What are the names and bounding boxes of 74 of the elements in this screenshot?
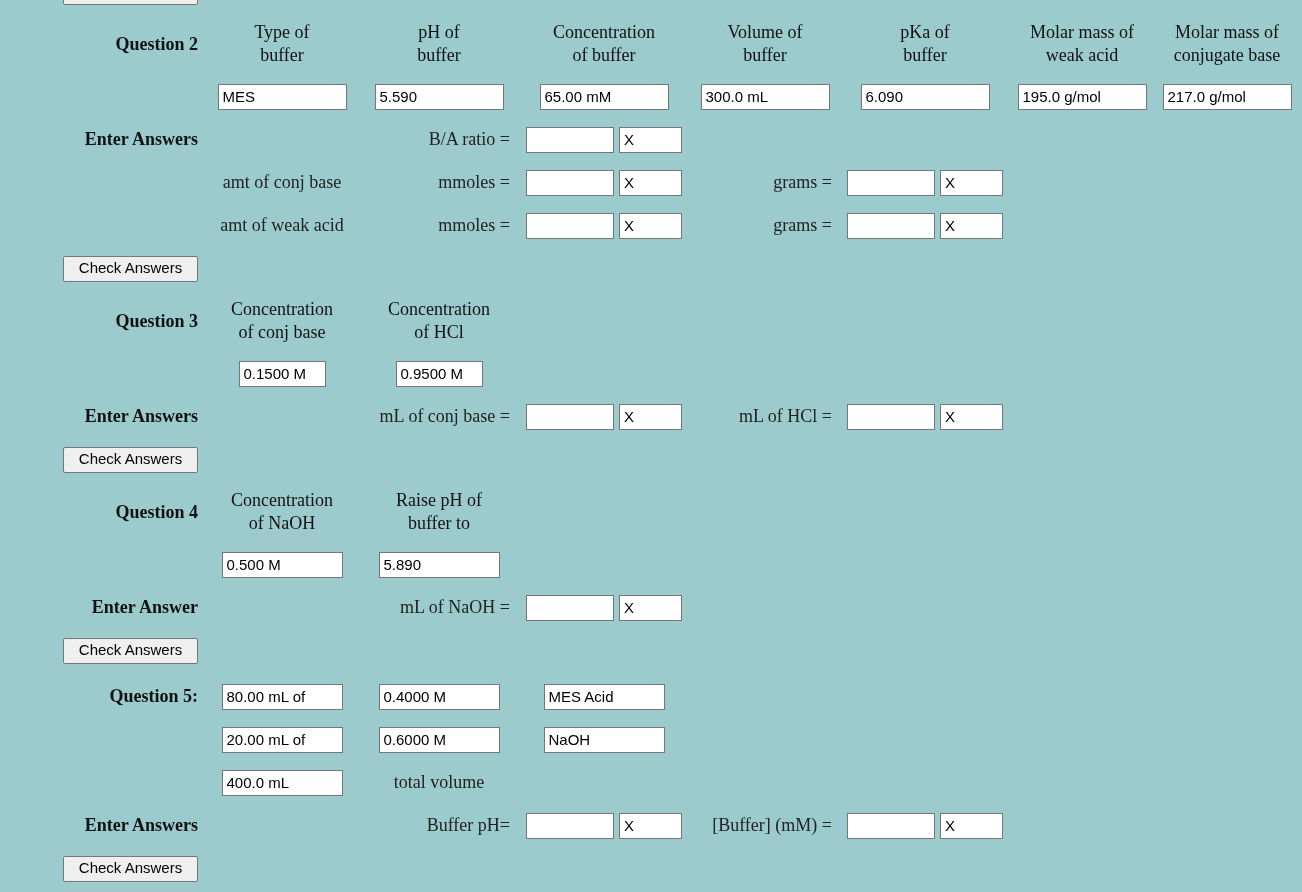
answer-prompt: [Buffer] (mM) = — [712, 814, 832, 837]
given-value-field[interactable]: 0.6000 M — [378, 726, 500, 753]
check-answers-button[interactable]: Check Answers — [63, 446, 198, 473]
answer-prompt: mL of conj base = — [379, 405, 510, 428]
result-field[interactable]: X — [619, 212, 682, 239]
given-value-field[interactable]: 195.0 g/mol — [1017, 83, 1147, 110]
given-value-field[interactable]: 0.4000 M — [378, 683, 500, 710]
answer-field[interactable] — [526, 403, 614, 430]
answer-field[interactable] — [847, 169, 935, 196]
given-value-field[interactable]: 5.590 — [374, 83, 504, 110]
given-value-field[interactable]: 5.890 — [378, 551, 500, 578]
answer-field[interactable] — [526, 126, 614, 153]
column-heading: Molar mass of conjugate base — [1173, 21, 1281, 67]
question-label: Enter Answers — [84, 814, 198, 837]
column-heading: Concentration of NaOH — [231, 489, 333, 535]
question-label: Question 4 — [115, 500, 198, 524]
given-value-field[interactable]: MES Acid — [543, 683, 665, 710]
answer-field[interactable] — [526, 212, 614, 239]
result-field[interactable]: X — [940, 403, 1003, 430]
result-field[interactable]: X — [619, 594, 682, 621]
column-heading: Type of buffer — [254, 21, 310, 67]
question-label: Enter Answer — [91, 596, 198, 619]
question-label: Question 2 — [115, 32, 198, 56]
given-value-field[interactable]: NaOH — [543, 726, 665, 753]
answer-prompt: mmoles = — [438, 214, 510, 237]
answer-prompt: grams = — [773, 171, 832, 194]
answer-prompt: mL of HCl = — [739, 405, 832, 428]
answer-prompt: B/A ratio = — [428, 128, 510, 151]
answer-prompt: mmoles = — [438, 171, 510, 194]
question-label: Enter Answers — [84, 405, 198, 428]
check-answers-button[interactable]: Check Answers — [63, 637, 198, 664]
column-heading: Volume of buffer — [727, 21, 803, 67]
given-value-field[interactable]: 65.00 mM — [539, 83, 669, 110]
column-heading: Concentration of buffer — [553, 21, 655, 67]
given-value-field[interactable]: 217.0 g/mol — [1162, 83, 1292, 110]
answer-field[interactable] — [526, 169, 614, 196]
answer-field[interactable] — [526, 594, 614, 621]
given-value-field[interactable]: 20.00 mL of — [221, 726, 343, 753]
result-field[interactable]: X — [619, 812, 682, 839]
given-value-field[interactable]: 400.0 mL — [221, 769, 343, 796]
result-field[interactable]: X — [619, 403, 682, 430]
column-heading: pH of buffer — [417, 21, 461, 67]
given-value-field[interactable]: 0.9500 M — [395, 360, 483, 387]
answer-field[interactable] — [847, 812, 935, 839]
result-field[interactable]: X — [940, 812, 1003, 839]
given-value-field[interactable]: MES — [217, 83, 347, 110]
column-heading: Raise pH of buffer to — [396, 489, 482, 535]
column-heading: Concentration of conj base — [231, 298, 333, 344]
question-label: Enter Answers — [84, 128, 198, 151]
result-field[interactable]: X — [940, 169, 1003, 196]
given-value-field[interactable]: 300.0 mL — [700, 83, 830, 110]
check-answers-button[interactable]: Check Answers — [63, 255, 198, 282]
check-answers-button[interactable]: Check Answers — [63, 855, 198, 882]
result-field[interactable]: X — [619, 169, 682, 196]
question-label: Question 3 — [115, 309, 198, 333]
answer-field[interactable] — [526, 812, 614, 839]
given-value-field[interactable]: 80.00 mL of — [221, 683, 343, 710]
given-value-field[interactable]: 0.1500 M — [238, 360, 326, 387]
row-label: amt of conj base — [222, 171, 342, 194]
answer-field[interactable] — [847, 403, 935, 430]
row-label: amt of weak acid — [220, 214, 344, 237]
answer-prompt: mL of NaOH = — [400, 596, 510, 619]
question-label: Question 5: — [109, 685, 198, 708]
column-heading: pKa of buffer — [900, 21, 950, 67]
result-field[interactable]: X — [619, 126, 682, 153]
answer-prompt: Buffer pH= — [426, 814, 510, 837]
column-heading: Molar mass of weak acid — [1030, 21, 1134, 67]
result-field[interactable]: X — [940, 212, 1003, 239]
answer-field[interactable] — [847, 212, 935, 239]
column-heading: Concentration of HCl — [388, 298, 490, 344]
row-label: total volume — [393, 771, 485, 794]
given-value-field[interactable]: 0.500 M — [221, 551, 343, 578]
answer-prompt: grams = — [773, 214, 832, 237]
given-value-field[interactable]: 6.090 — [860, 83, 990, 110]
